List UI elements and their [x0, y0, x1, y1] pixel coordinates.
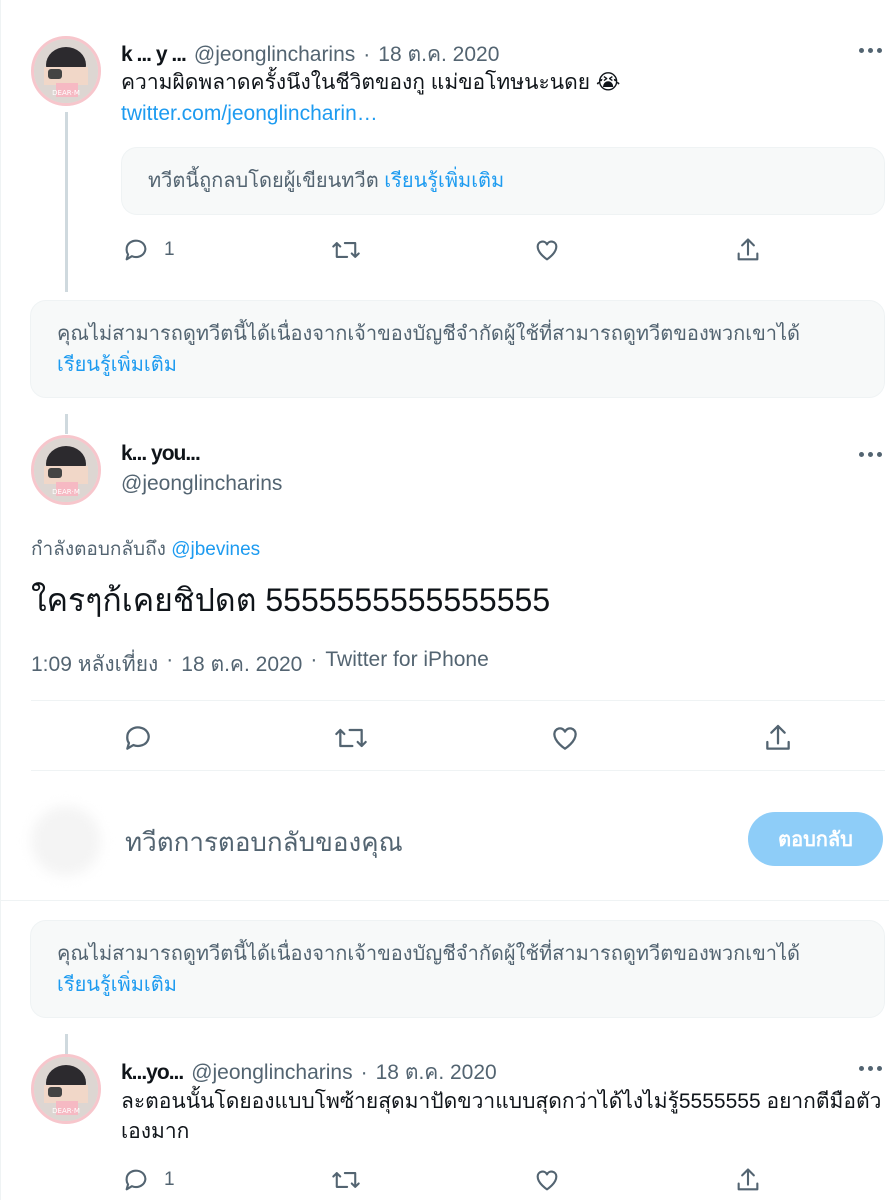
like-button[interactable] [533, 236, 561, 269]
reply-button[interactable]: 1 [122, 1166, 175, 1194]
quote-notice-text: ทวีตนี้ถูกลบโดยผู้เขียนทวีต [148, 170, 379, 192]
avatar[interactable]: DEAR·M [31, 36, 101, 106]
display-name[interactable]: k ... y ... [121, 43, 187, 67]
restricted-tweet-notice: คุณไม่สามารถดูทวีตนี้ได้เนื่องจากเจ้าของ… [30, 300, 885, 398]
learn-more-link[interactable]: เรียนรู้เพิ่มเติม [384, 170, 504, 192]
reply-button[interactable]: 1 [122, 236, 175, 264]
separator: · [363, 43, 371, 66]
tweet-source[interactable]: Twitter for iPhone [325, 648, 488, 681]
retweet-icon [335, 728, 367, 748]
share-button[interactable] [734, 1166, 762, 1199]
like-icon [553, 727, 577, 750]
reply-count: 1 [164, 1169, 175, 1190]
display-name[interactable]: k... you... [121, 442, 201, 466]
share-icon [766, 724, 790, 750]
like-button[interactable] [549, 722, 581, 759]
reply-submit-button[interactable]: ตอบกลับ [748, 812, 883, 866]
reply-icon [126, 726, 150, 750]
like-button[interactable] [533, 1166, 561, 1199]
thread-line [65, 414, 68, 434]
share-button[interactable] [734, 236, 762, 269]
avatar[interactable]: DEAR·M [31, 435, 101, 505]
tweet-header: k...yo... @jeonglincharins · 18 ต.ค. 202… [121, 1056, 497, 1089]
divider [1, 900, 889, 901]
tweet-link[interactable]: twitter.com/jeonglincharin… [121, 102, 378, 126]
avatar-text: DEAR·M [52, 89, 80, 97]
display-name[interactable]: k...yo... [121, 1061, 184, 1085]
reply-count: 1 [164, 239, 175, 260]
divider [31, 700, 885, 701]
avatar[interactable]: DEAR·M [31, 1054, 101, 1124]
tweet-date[interactable]: 18 ต.ค. 2020 [378, 38, 499, 71]
retweet-button[interactable] [331, 236, 361, 269]
tweet-date[interactable]: 18 ต.ค. 2020 [181, 648, 302, 681]
share-icon [737, 1168, 759, 1191]
tweet-header: k ... y ... @jeonglincharins · 18 ต.ค. 2… [121, 38, 499, 71]
tweet-thread-page: DEAR·M k ... y ... @jeonglincharins · 18… [0, 0, 889, 1200]
avatar-text: DEAR·M [52, 488, 80, 496]
tweet-text: ความผิดพลาดครั้งนึงในชีวิตของกู แม่ขอโทษ… [121, 71, 621, 94]
handle[interactable]: @jeonglincharins [191, 1061, 352, 1085]
more-icon[interactable] [859, 452, 882, 457]
divider [31, 770, 885, 771]
avatar-text: DEAR·M [52, 1107, 80, 1115]
reply-input[interactable]: ทวีตการตอบกลับของคุณ [125, 822, 403, 863]
learn-more-link[interactable]: เรียนรู้เพิ่มเติม [57, 970, 877, 1001]
retweet-icon [332, 1172, 360, 1188]
handle[interactable]: @jeonglincharins [121, 472, 282, 496]
notice-text: คุณไม่สามารถดูทวีตนี้ได้เนื่องจากเจ้าของ… [57, 323, 801, 345]
tweet-meta: 1:09 หลังเที่ยง · 18 ต.ค. 2020 · Twitter… [31, 648, 489, 681]
share-button[interactable] [762, 722, 794, 759]
retweet-button[interactable] [331, 1166, 361, 1199]
reply-icon [125, 1169, 147, 1191]
separator: · [360, 1061, 368, 1084]
more-icon[interactable] [859, 48, 882, 53]
learn-more-link[interactable]: เรียนรู้เพิ่มเติม [57, 350, 877, 381]
tweet-text: ละตอนนั้นโดยองแบบโพซ้ายสุดมาปัดขวาแบบสุด… [121, 1090, 882, 1143]
tweet-time[interactable]: 1:09 หลังเที่ยง [31, 648, 158, 681]
reply-button[interactable] [122, 722, 154, 759]
share-icon [737, 238, 759, 261]
retweet-button[interactable] [333, 722, 369, 759]
tweet-date[interactable]: 18 ต.ค. 2020 [376, 1056, 497, 1089]
thread-line [65, 1034, 68, 1054]
reply-icon [125, 239, 147, 261]
notice-text: คุณไม่สามารถดูทวีตนี้ได้เนื่องจากเจ้าของ… [57, 943, 801, 965]
more-icon[interactable] [859, 1066, 882, 1071]
handle[interactable]: @jeonglincharins [194, 43, 355, 67]
retweet-icon [332, 242, 360, 258]
thread-line [65, 112, 68, 292]
restricted-tweet-notice: คุณไม่สามารถดูทวีตนี้ได้เนื่องจากเจ้าของ… [30, 920, 885, 1018]
like-icon [536, 1170, 558, 1191]
separator: · [310, 648, 318, 671]
separator: · [166, 648, 174, 671]
like-icon [536, 240, 558, 261]
composer-avatar [31, 806, 101, 876]
replying-label: กำลังตอบกลับถึง [31, 539, 166, 560]
quote-tweet-notice: ทวีตนี้ถูกลบโดยผู้เขียนทวีต เรียนรู้เพิ่… [121, 147, 885, 215]
replying-to-handle[interactable]: @jbevines [171, 539, 260, 560]
replying-to: กำลังตอบกลับถึง @jbevines [31, 534, 260, 564]
main-tweet-text: ใครๆก้เคยชิปดต 5555555555555555 [31, 582, 551, 618]
